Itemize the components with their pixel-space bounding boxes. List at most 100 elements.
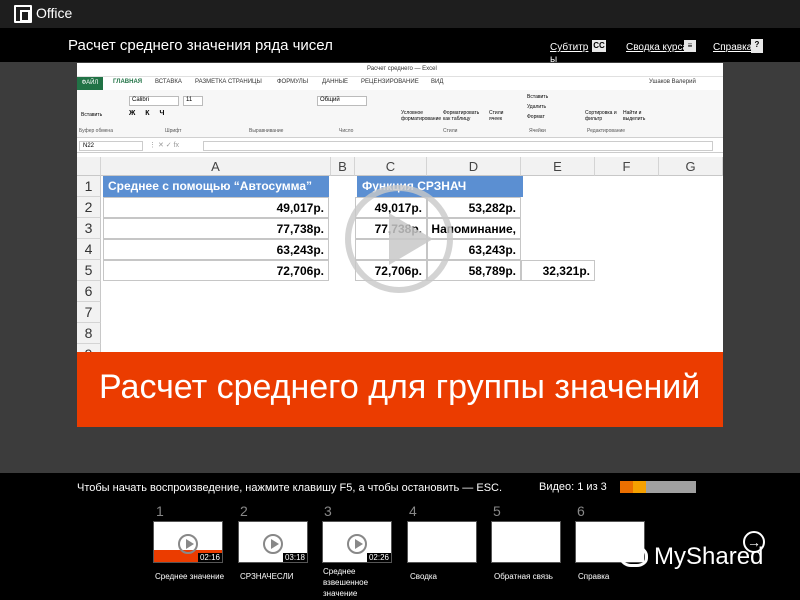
thumb-label[interactable]: Среднее взвешенное значение — [323, 566, 393, 599]
ribbon-format: Формат — [527, 114, 545, 120]
excel-tab-file: ФАЙЛ — [77, 77, 103, 90]
thumb-number: 1 — [156, 503, 164, 519]
group-alignment: Выравнивание — [249, 128, 284, 134]
excel-name-box: N22 — [79, 141, 143, 151]
column-header: F — [595, 157, 659, 176]
group-font: Шрифт — [165, 128, 182, 134]
ribbon-number-format: Общий — [317, 96, 367, 106]
excel-window-title: Расчет среднего — Excel — [367, 66, 437, 72]
column-header: C — [355, 157, 427, 176]
progress-segment-1 — [620, 481, 633, 493]
ribbon-cell-styles: Стили ячеек — [489, 110, 504, 122]
cell-a4: 63,243р. — [103, 239, 329, 260]
video-banner: Расчет среднего для группы значений — [77, 352, 723, 427]
group-editing: Редактирование — [587, 128, 626, 134]
row-header: 2 — [77, 197, 101, 218]
thumb-play-icon — [263, 534, 283, 554]
thumb-play-icon — [178, 534, 198, 554]
cell-a3: 77,738р. — [103, 218, 329, 239]
excel-tab-formulas: ФОРМУЛЫ — [277, 79, 309, 85]
ribbon-font-size: 11 — [183, 96, 203, 106]
thumbnail-1[interactable]: 02:16 — [153, 521, 223, 563]
thumb-number: 5 — [493, 503, 501, 519]
play-icon[interactable] — [345, 185, 453, 293]
group-cells: Ячейки — [529, 128, 546, 134]
row-header: 8 — [77, 323, 101, 344]
column-header: A — [101, 157, 331, 176]
thumb-label[interactable]: Сводка — [410, 571, 480, 582]
group-number: Число — [339, 128, 354, 134]
excel-ribbon: Вставить Calibri 11 Ж К Ч Общий Условное… — [77, 90, 723, 138]
ribbon-sort: Сортировка и фильтр — [585, 110, 617, 122]
progress-segment-2 — [633, 481, 646, 493]
thumb-number: 4 — [409, 503, 417, 519]
column-header: E — [521, 157, 595, 176]
course-header: Расчет среднего значения ряда чисел Субт… — [0, 28, 800, 65]
ribbon-insert: Вставить — [527, 94, 549, 100]
row-header: 7 — [77, 302, 101, 323]
row-header: 6 — [77, 281, 101, 302]
thumb-play-icon — [347, 534, 367, 554]
course-summary-link[interactable]: Сводка курса — [626, 42, 688, 53]
video-counter: Видео: 1 из 3 — [539, 481, 607, 493]
thumb-number: 6 — [577, 503, 585, 519]
course-title: Расчет среднего значения ряда чисел — [68, 37, 333, 54]
ribbon-find: Найти и выделить — [623, 110, 646, 122]
column-header: B — [331, 157, 355, 176]
excel-tab-home: ГЛАВНАЯ — [113, 79, 143, 85]
formula-icons: ⋮ ✕ ✓ fx — [149, 142, 180, 149]
help-link[interactable]: Справка — [713, 42, 752, 53]
thumbnail-3[interactable]: 02:26 — [322, 521, 392, 563]
row-header: 3 — [77, 218, 101, 239]
excel-formula-input — [203, 141, 713, 151]
thumb-duration: 02:16 — [197, 553, 222, 562]
cc-icon[interactable]: CC — [592, 40, 606, 52]
row-header: 1 — [77, 176, 101, 197]
excel-titlebar: Расчет среднего — Excel — [77, 63, 723, 77]
column-header: G — [659, 157, 723, 176]
thumb-label[interactable]: СРЗНАЧЕСЛИ — [240, 571, 310, 582]
video-player[interactable]: Расчет среднего — Excel ФАЙЛ ГЛАВНАЯ ВСТ… — [77, 63, 723, 427]
office-topbar: Office — [0, 0, 800, 28]
row-header: 5 — [77, 260, 101, 281]
excel-formula-bar: N22 ⋮ ✕ ✓ fx — [77, 139, 723, 153]
myshared-brand: MyShared — [654, 543, 764, 570]
summary-icon[interactable]: ≡ — [684, 40, 696, 52]
corner-cell — [77, 157, 101, 176]
thumb-label[interactable]: Обратная связь — [494, 571, 564, 582]
row-header: 4 — [77, 239, 101, 260]
excel-tab-data: ДАННЫЕ — [322, 79, 349, 85]
thumb-duration: 02:26 — [366, 553, 391, 562]
office-brand: Office — [36, 5, 73, 21]
thumb-number: 2 — [240, 503, 248, 519]
ribbon-conditional: Условное форматирование — [401, 110, 442, 122]
ribbon-format-table: Форматировать как таблицу — [443, 110, 480, 122]
excel-tab-view: ВИД — [431, 79, 444, 85]
thumbnail-2[interactable]: 03:18 — [238, 521, 308, 563]
office-logo-icon — [14, 5, 32, 23]
playlist-footer: Чтобы начать воспроизведение, нажмите кл… — [0, 473, 800, 600]
ribbon-paste: Вставить — [81, 112, 103, 118]
ribbon-delete: Удалить — [527, 104, 547, 110]
cell-a2: 49,017р. — [103, 197, 329, 218]
thumbnail-4[interactable] — [407, 521, 477, 563]
excel-tab-layout: РАЗМЕТКА СТРАНИЦЫ — [195, 79, 262, 85]
thumb-label[interactable]: Среднее значение — [155, 571, 225, 582]
thumb-label[interactable]: Справка — [578, 571, 648, 582]
playback-instruction: Чтобы начать воспроизведение, нажмите кл… — [77, 482, 503, 494]
excel-tab-review: РЕЦЕНЗИРОВАНИЕ — [361, 79, 419, 85]
thumb-number: 3 — [324, 503, 332, 519]
excel-tab-insert: ВСТАВКА — [155, 79, 182, 85]
column-header: D — [427, 157, 521, 176]
ribbon-font-styles: Ж К Ч — [129, 110, 169, 117]
thumbnail-5[interactable] — [491, 521, 561, 563]
progress-bar — [620, 481, 696, 493]
group-styles: Стили — [443, 128, 458, 134]
myshared-logo-icon — [620, 545, 648, 567]
cell-a5: 72,706р. — [103, 260, 329, 281]
excel-user: Ушаков Валерий — [649, 79, 696, 85]
ribbon-font-name: Calibri — [129, 96, 179, 106]
help-icon[interactable]: ? — [751, 39, 763, 53]
cell-e5: 32,321р. — [521, 260, 595, 281]
banner-title: Расчет среднего для группы значений — [99, 368, 701, 406]
